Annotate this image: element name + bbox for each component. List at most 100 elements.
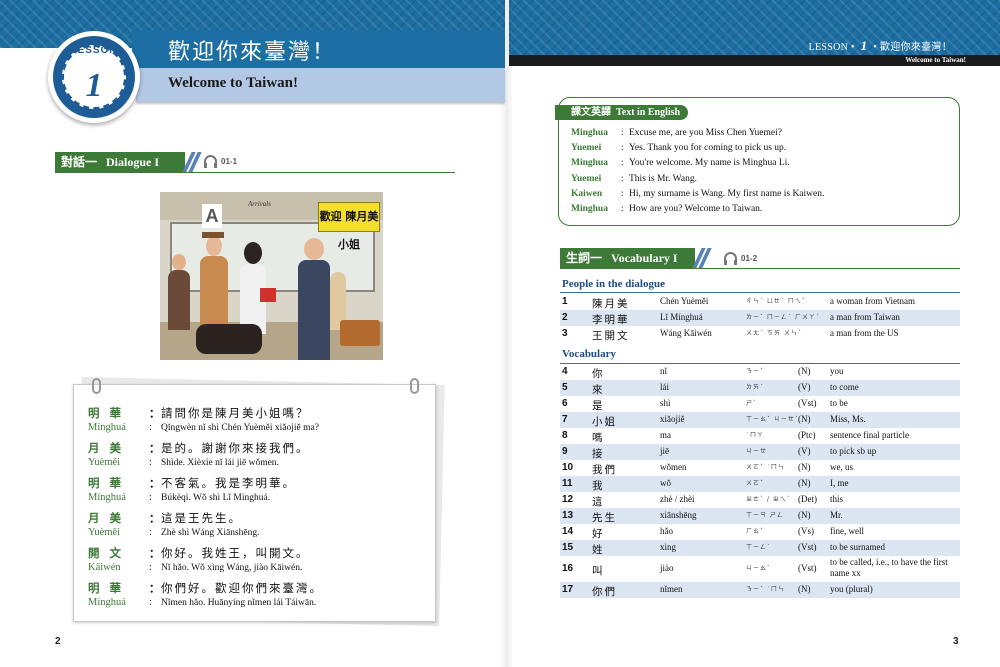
vocab-part-of-speech: (N) — [798, 478, 811, 488]
dialogue-section-rule — [55, 172, 455, 173]
vocab-character: 王開文 — [592, 330, 630, 342]
vocab-definition: to be surnamed — [830, 542, 885, 552]
vocab-bopomofo: ㄨㄛˇ ˙ㄇㄣ — [746, 464, 785, 471]
traveler-head — [172, 254, 186, 270]
vocab-pinyin: xiǎojiě — [660, 414, 685, 424]
vocab-group-people: People in the dialogue — [562, 278, 665, 290]
headphones-icon — [204, 155, 217, 168]
vocab-character: 接 — [592, 448, 605, 460]
lesson-badge: LESSON 1 — [48, 31, 140, 123]
vocab-pinyin: Chén Yuèměi — [660, 296, 709, 306]
vocab-bopomofo: ㄨㄛˇ — [746, 480, 765, 487]
vocab-bopomofo: ㄔㄣˊ ㄩㄝˋ ㄇㄟˇ — [746, 298, 806, 305]
vocab-definition: to be — [830, 398, 848, 408]
vocab-definition: you — [830, 366, 844, 376]
vocab-number: 3 — [562, 328, 568, 339]
vocab-row: 11 我 wǒ ㄨㄛˇ (N) I, me — [560, 476, 960, 492]
vocab-definition: I, me — [830, 478, 849, 488]
arrivals-banner: Arrivals — [248, 200, 271, 208]
vocab-character: 是 — [592, 400, 605, 412]
vocab-bopomofo: ㄏㄠˇ — [746, 528, 765, 535]
vocab-bopomofo: ㄒㄧㄢ ㄕㄥ — [746, 512, 784, 519]
vocab-pinyin: jiào — [660, 563, 674, 573]
vocab-part-of-speech: (N) — [798, 462, 811, 472]
vocab-row: 9 接 jiē ㄐㄧㄝ (V) to pick sb up — [560, 444, 960, 460]
gate-sign: A — [202, 204, 222, 228]
hat — [202, 232, 224, 238]
badge-number: 1 — [85, 67, 103, 104]
vocab-part-of-speech: (Vst) — [798, 542, 817, 552]
vocab-part-of-speech: (N) — [798, 584, 811, 594]
traveler-figure — [168, 270, 190, 330]
vocab-character: 這 — [592, 496, 605, 508]
vocab-number: 7 — [562, 414, 568, 425]
vocab-number: 12 — [562, 494, 574, 505]
vocab-part-of-speech: (Ptc) — [798, 430, 816, 440]
vocab-pinyin: Wáng Kāiwén — [660, 328, 712, 338]
vocab-definition: sentence final particle — [830, 430, 909, 440]
lesson-title-cn: 歡迎你來臺灣！ — [168, 40, 337, 65]
vocab-row: 12 這 zhè / zhèi ㄓㄜˋ / ㄓㄟˋ (Det) this — [560, 492, 960, 508]
welcome-sign: 歡迎 陳月美 小姐 — [318, 202, 380, 251]
vocab-row: 3 王開文 Wáng Kāiwén ㄨㄤˊ ㄎㄞ ㄨㄣˊ a man from the … — [560, 326, 960, 342]
travel-bag — [196, 324, 262, 354]
vocab-definition: we, us — [830, 462, 853, 472]
vocab-definition: fine, well — [830, 526, 864, 536]
dialogue-section-header: 對話一 Dialogue I — [55, 152, 185, 172]
vocab-bopomofo: ㄌㄞˊ — [746, 384, 765, 391]
paper-clip-icon — [410, 378, 419, 394]
suitcase — [340, 320, 380, 346]
vocabulary-section-header: 生詞一 Vocabulary I — [560, 248, 695, 268]
vocab-pinyin: xiānshēng — [660, 510, 697, 520]
vocab-row: 2 李明華 Lǐ Mínghuá ㄌㄧˇ ㄇㄧㄥˊ ㄏㄨㄚˊ a man from Ta… — [560, 310, 960, 326]
vocab-character: 先生 — [592, 512, 617, 524]
vocab-part-of-speech: (Vst) — [798, 563, 817, 573]
vocab-number: 8 — [562, 430, 568, 441]
headphones-icon — [724, 252, 737, 265]
vocab-number: 5 — [562, 382, 568, 393]
vocab-definition: to be called, i.e., to have the first na… — [830, 557, 948, 578]
page-number-left: 2 — [55, 636, 61, 647]
vocab-row: 10 我們 wǒmen ㄨㄛˇ ˙ㄇㄣ (N) we, us — [560, 460, 960, 476]
vocab-row: 8 嗎 ma ˙ㄇㄚ (Ptc) sentence final particle — [560, 428, 960, 444]
vocab-bopomofo: ㄒㄧㄠˇ ㄐㄧㄝˇ — [746, 416, 799, 423]
vocab-bopomofo: ㄋㄧˇ — [746, 368, 765, 375]
vocab-character: 你們 — [592, 586, 617, 598]
vocab-character: 嗎 — [592, 432, 605, 444]
vocab-bopomofo: ㄓㄜˋ / ㄓㄟˋ — [746, 496, 791, 503]
vocab-definition: a man from the US — [830, 328, 899, 338]
page-number-right: 3 — [953, 636, 959, 647]
vocab-pinyin: shì — [660, 398, 671, 408]
vocab-bopomofo: ㄨㄤˊ ㄎㄞ ㄨㄣˊ — [746, 330, 802, 337]
vocab-row: 16 叫 jiào ㄐㄧㄠˋ (Vst) to be called, i.e., to h… — [560, 556, 960, 582]
vocab-bopomofo: ˙ㄇㄚ — [746, 432, 765, 439]
vocab-character: 李明華 — [592, 314, 630, 326]
vocab-definition: Mr. — [830, 510, 843, 520]
vocab-definition: Miss, Ms. — [830, 414, 866, 424]
vocab-character: 叫 — [592, 565, 605, 577]
vocab-number: 1 — [562, 296, 568, 307]
vocab-number: 17 — [562, 584, 574, 595]
vocab-number: 16 — [562, 563, 574, 574]
vocab-bopomofo: ㄐㄧㄠˋ — [746, 565, 772, 572]
man-in-hat-head — [206, 236, 222, 256]
vocab-row: 14 好 hǎo ㄏㄠˇ (Vs) fine, well — [560, 524, 960, 540]
running-head: LESSON • 1 • 歡迎你來臺灣！ — [808, 38, 952, 53]
vocab-pinyin: jiē — [660, 446, 669, 456]
audio-track-dialogue[interactable]: 01-1 — [204, 155, 237, 168]
vocab-pinyin: lái — [660, 382, 669, 392]
vocab-bopomofo: ㄋㄧˇ ˙ㄇㄣ — [746, 586, 785, 593]
lesson-title-en: Welcome to Taiwan! — [168, 75, 298, 91]
vocab-definition: to come — [830, 382, 859, 392]
vocab-bopomofo: ㄒㄧㄥˋ — [746, 544, 772, 551]
audio-track-vocabulary[interactable]: 01-2 — [724, 252, 757, 265]
vocab-number: 6 — [562, 398, 568, 409]
vocab-row: 7 小姐 xiǎojiě ㄒㄧㄠˇ ㄐㄧㄝˇ (N) Miss, Ms. — [560, 412, 960, 428]
vocab-pinyin: zhè / zhèi — [660, 494, 695, 504]
vocab-number: 10 — [562, 462, 574, 473]
vocab-character: 來 — [592, 384, 605, 396]
vocabulary-section-rule — [560, 268, 960, 269]
vocab-part-of-speech: (V) — [798, 446, 811, 456]
vocab-number: 14 — [562, 526, 574, 537]
vocab-group-vocabulary: Vocabulary — [562, 348, 616, 360]
